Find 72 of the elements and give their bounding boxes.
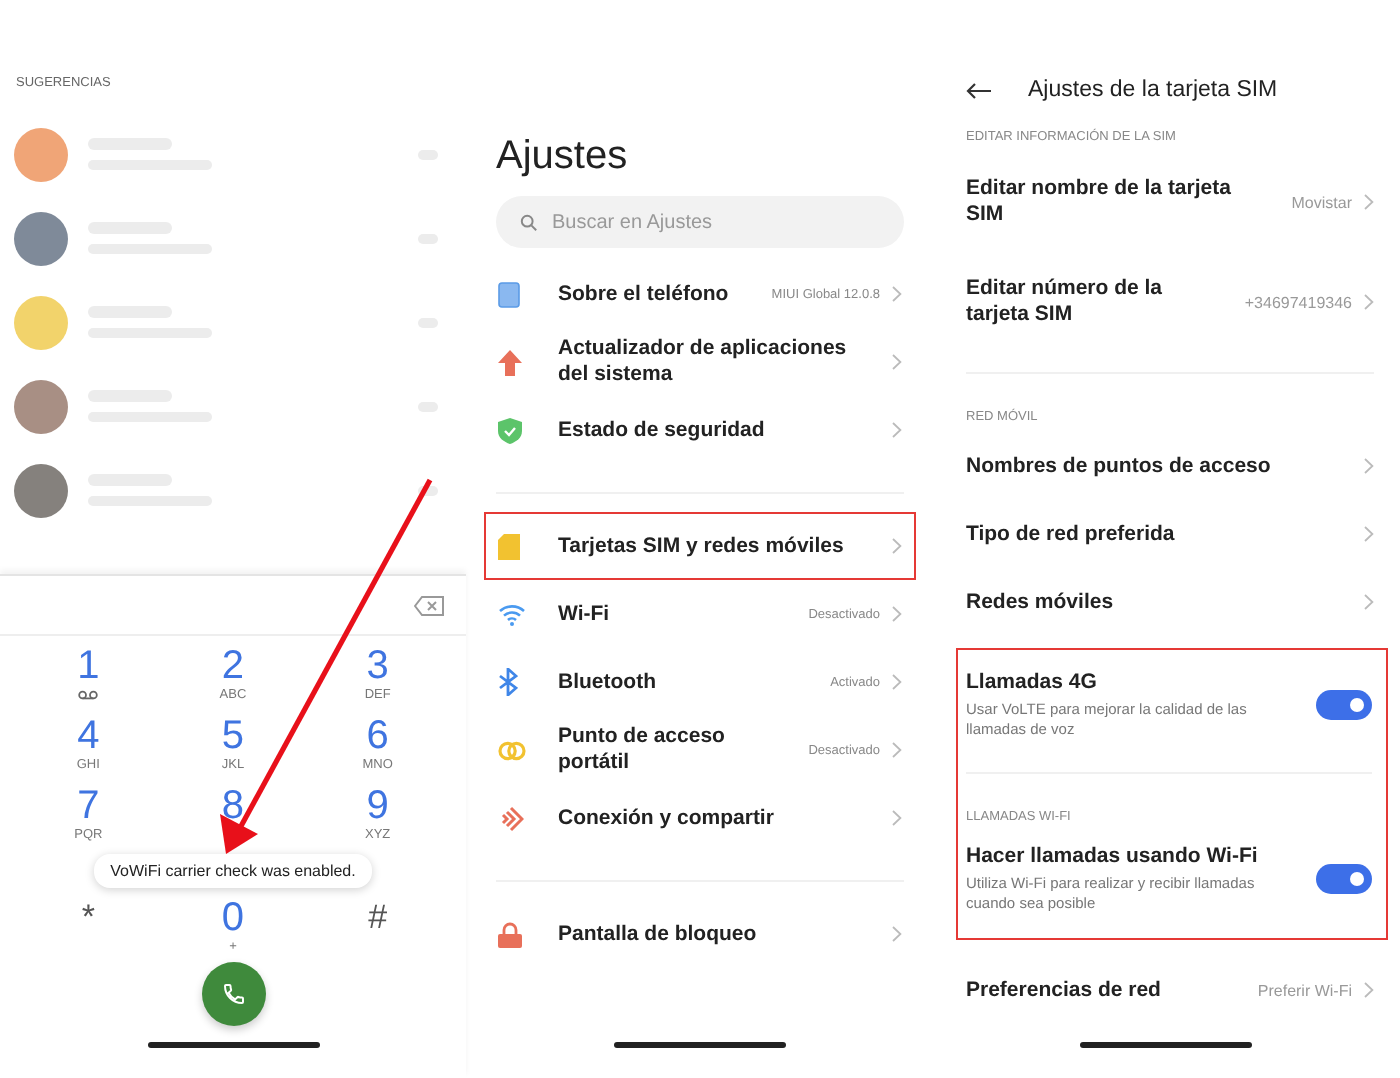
wifi-icon xyxy=(498,603,526,625)
toast-message: VoWiFi carrier check was enabled. xyxy=(94,854,372,888)
settings-item[interactable]: Preferencias de red Preferir Wi-Fi xyxy=(966,940,1374,1040)
back-icon[interactable] xyxy=(966,81,992,99)
phone-icon xyxy=(498,281,520,307)
item-label: Tipo de red preferida xyxy=(966,521,1177,547)
settings-item[interactable]: Actualizador de aplicaciones del sistema xyxy=(484,328,916,396)
settings-item[interactable]: Pantalla de bloqueo xyxy=(484,900,916,968)
chevron-icon xyxy=(892,286,902,302)
item-label: Bluetooth xyxy=(558,669,658,695)
call-button[interactable] xyxy=(201,962,265,1026)
settings-item[interactable]: Editar número de la tarjeta SIM +34697419346 xyxy=(966,252,1374,352)
dial-key[interactable]: 8 xyxy=(160,784,306,854)
item-value: Preferir Wi-Fi xyxy=(1257,981,1352,999)
settings-item[interactable]: Tarjetas SIM y redes móviles xyxy=(484,512,916,580)
item-label: Conexión y compartir xyxy=(558,805,776,831)
settings-item[interactable]: Redes móviles xyxy=(966,568,1374,636)
item-label: Llamadas 4G xyxy=(966,670,1099,696)
item-label: Tarjetas SIM y redes móviles xyxy=(558,533,846,559)
chevron-icon xyxy=(1364,194,1374,210)
shield-icon xyxy=(498,417,522,443)
dial-key[interactable]: # xyxy=(305,896,450,966)
chevron-icon xyxy=(1364,458,1374,474)
bluetooth-icon xyxy=(498,668,518,696)
hotspot-icon xyxy=(498,739,526,761)
voicemail-icon xyxy=(78,690,99,700)
chevron-icon xyxy=(1364,594,1374,610)
chevron-icon xyxy=(892,354,902,370)
item-label: Sobre el teléfono xyxy=(558,281,731,307)
chevron-icon xyxy=(892,538,902,554)
connection-icon xyxy=(498,805,524,831)
sim-card-icon xyxy=(498,533,520,559)
up-arrow-icon xyxy=(498,349,522,375)
item-label: Pantalla de bloqueo xyxy=(558,921,759,947)
settings-item[interactable]: Nombres de puntos de acceso xyxy=(966,432,1374,500)
page-title: Ajustes xyxy=(496,132,630,180)
item-label: Editar número de la tarjeta SIM xyxy=(966,276,1165,328)
lock-icon xyxy=(498,921,522,947)
settings-item[interactable]: Conexión y compartir xyxy=(484,784,916,852)
chevron-icon xyxy=(1364,294,1374,310)
phone-icon xyxy=(221,982,245,1006)
toggle-switch[interactable] xyxy=(1316,690,1372,720)
chevron-icon xyxy=(1364,526,1374,542)
item-value: Movistar xyxy=(1291,193,1352,211)
settings-item[interactable]: Estado de seguridad xyxy=(484,396,916,464)
chevron-icon xyxy=(892,422,902,438)
search-icon xyxy=(520,214,538,232)
settings-item[interactable]: Tipo de red preferida xyxy=(966,500,1374,568)
chevron-icon xyxy=(892,926,902,942)
item-label: Nombres de puntos de acceso xyxy=(966,453,1273,479)
page-title: Ajustes de la tarjeta SIM xyxy=(1028,78,1278,102)
chevron-icon xyxy=(892,810,902,826)
item-label: Preferencias de red xyxy=(966,977,1163,1003)
item-label: Punto de acceso portátil xyxy=(558,724,727,776)
item-label: Estado de seguridad xyxy=(558,417,767,443)
item-label: Hacer llamadas usando Wi-Fi xyxy=(966,844,1260,870)
dial-key[interactable]: * xyxy=(16,896,161,966)
item-label: Editar nombre de la tarjeta SIM xyxy=(966,176,1233,228)
settings-item[interactable]: Editar nombre de la tarjeta SIM Movistar xyxy=(966,152,1374,252)
chevron-icon xyxy=(1364,982,1374,998)
item-value: +34697419346 xyxy=(1244,293,1352,311)
item-label: Actualizador de aplicaciones del sistema xyxy=(558,336,849,388)
blurred-icon xyxy=(418,485,438,495)
chevron-icon xyxy=(892,742,902,758)
dial-key[interactable]: 1 xyxy=(16,644,161,714)
search-field[interactable]: Buscar en Ajustes xyxy=(496,196,904,248)
toggle-switch[interactable] xyxy=(1316,864,1372,894)
chevron-icon xyxy=(892,606,902,622)
item-label: Wi-Fi xyxy=(558,601,612,627)
backspace-icon[interactable] xyxy=(414,595,444,615)
chevron-icon xyxy=(892,674,902,690)
item-label: Redes móviles xyxy=(966,589,1116,615)
